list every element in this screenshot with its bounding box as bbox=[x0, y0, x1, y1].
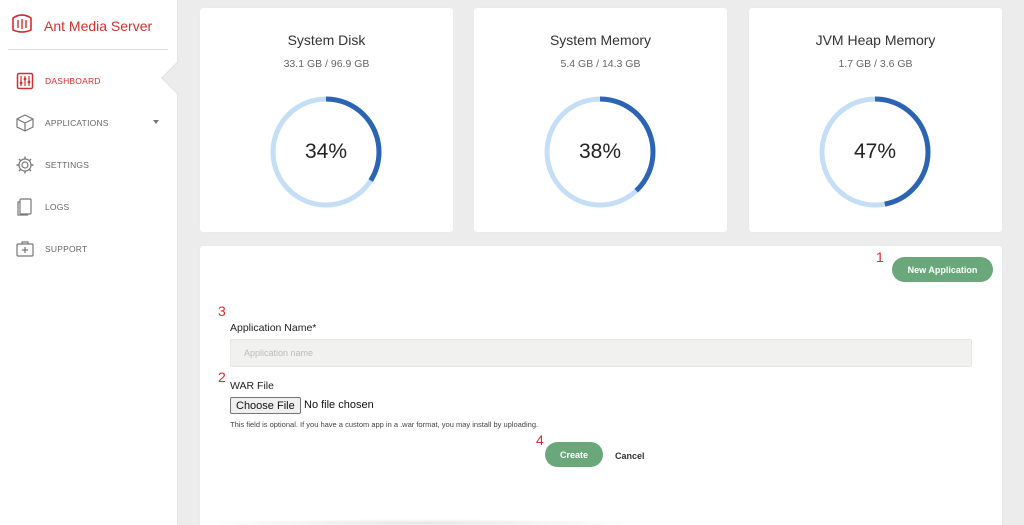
stat-card-jvm-heap-memory: JVM Heap Memory 1.7 GB / 3.6 GB 47% bbox=[749, 8, 1002, 232]
gear-icon bbox=[14, 154, 36, 176]
box-icon bbox=[14, 112, 36, 134]
file-status: No file chosen bbox=[304, 399, 374, 411]
brand-divider bbox=[8, 49, 168, 50]
brand-name: Ant Media Server bbox=[44, 17, 153, 34]
annotation-marker: 4 bbox=[536, 432, 544, 448]
sidebar-item-logs[interactable]: LOGS bbox=[0, 194, 178, 220]
sidebar-item-support[interactable]: SUPPORT bbox=[0, 236, 178, 262]
sidebar-item-settings[interactable]: SETTINGS bbox=[0, 152, 178, 178]
war-file-label: WAR File bbox=[230, 380, 274, 392]
stat-usage: 5.4 GB / 14.3 GB bbox=[560, 58, 641, 70]
sidebar-item-label: APPLICATIONS bbox=[45, 118, 109, 128]
brand[interactable]: Ant Media Server bbox=[10, 12, 152, 39]
stat-usage: 1.7 GB / 3.6 GB bbox=[838, 58, 913, 70]
sidebar-item-label: SUPPORT bbox=[45, 244, 88, 254]
sidebar: Ant Media Server DASHBOARD APPLICATIONS bbox=[0, 0, 178, 525]
gauge-percent: 34% bbox=[304, 140, 348, 163]
new-application-card: 1 New Application 3 Application Name* 2 … bbox=[200, 246, 1002, 525]
choose-file-button[interactable]: Choose File bbox=[230, 397, 301, 414]
annotation-marker: 2 bbox=[218, 369, 226, 385]
stat-title: JVM Heap Memory bbox=[815, 32, 936, 48]
sidebar-item-label: LOGS bbox=[45, 202, 70, 212]
cancel-button[interactable]: Cancel bbox=[615, 451, 645, 461]
stat-title: System Memory bbox=[549, 32, 652, 48]
stat-card-system-memory: System Memory 5.4 GB / 14.3 GB 38% bbox=[474, 8, 727, 232]
application-name-label: Application Name* bbox=[230, 322, 317, 334]
annotation-marker: 1 bbox=[876, 249, 884, 265]
annotation-marker: 3 bbox=[218, 303, 226, 319]
application-name-input[interactable] bbox=[230, 339, 972, 367]
sidebar-item-label: SETTINGS bbox=[45, 160, 90, 170]
logs-icon bbox=[14, 196, 36, 218]
ant-media-logo-icon bbox=[10, 12, 34, 39]
gauge-percent: 47% bbox=[853, 140, 897, 163]
new-application-button[interactable]: New Application bbox=[892, 257, 993, 282]
gauge-percent: 38% bbox=[578, 140, 622, 163]
create-button[interactable]: Create bbox=[545, 442, 603, 467]
war-file-help-text: This field is optional. If you have a cu… bbox=[230, 420, 539, 429]
stat-title: System Disk bbox=[287, 32, 366, 48]
stat-usage: 33.1 GB / 96.9 GB bbox=[283, 58, 370, 70]
dashboard-icon bbox=[14, 70, 36, 92]
sidebar-item-label: DASHBOARD bbox=[45, 76, 101, 86]
sidebar-item-dashboard[interactable]: DASHBOARD bbox=[0, 68, 178, 94]
sidebar-item-applications[interactable]: APPLICATIONS bbox=[0, 110, 178, 136]
stat-card-system-disk: System Disk 33.1 GB / 96.9 GB 34% bbox=[200, 8, 453, 232]
support-icon bbox=[14, 238, 36, 260]
chevron-down-icon[interactable] bbox=[153, 120, 159, 124]
bottom-shadow bbox=[200, 519, 640, 525]
